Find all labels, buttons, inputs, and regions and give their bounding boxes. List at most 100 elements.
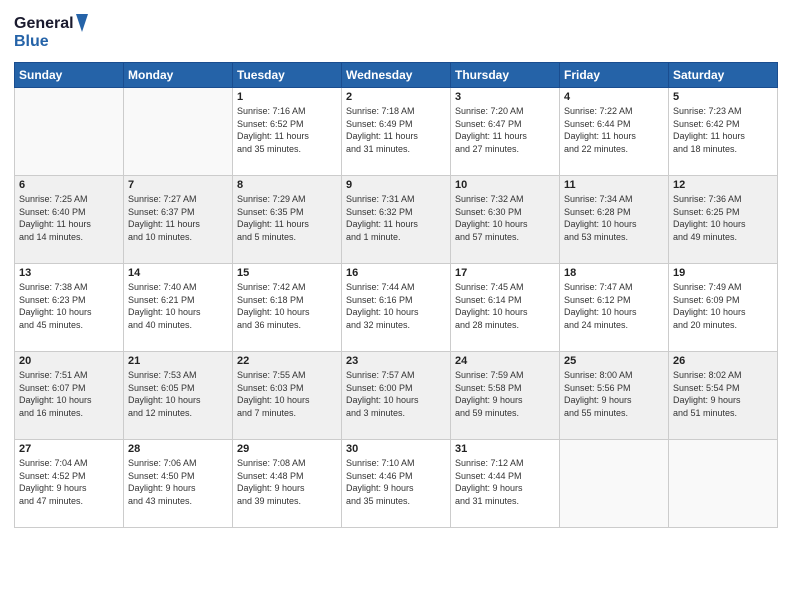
day-number: 15: [237, 267, 337, 279]
day-detail: Sunrise: 7:23 AM Sunset: 6:42 PM Dayligh…: [673, 106, 745, 154]
day-detail: Sunrise: 7:29 AM Sunset: 6:35 PM Dayligh…: [237, 194, 309, 242]
day-cell: 13 Sunrise: 7:38 AM Sunset: 6:23 PM Dayli…: [15, 264, 124, 352]
day-number: 30: [346, 443, 446, 455]
day-number: 20: [19, 355, 119, 367]
day-cell: 1Sunrise: 7:16 AM Sunset: 6:52 PM Daylig…: [233, 88, 342, 176]
day-detail: Sunrise: 7:53 AM Sunset: 6:05 PM Dayligh…: [128, 370, 201, 418]
day-cell: [124, 88, 233, 176]
svg-text:General: General: [14, 15, 74, 32]
day-detail: Sunrise: 7:22 AM Sunset: 6:44 PM Dayligh…: [564, 106, 636, 154]
day-number: 21: [128, 355, 228, 367]
day-cell: 24 Sunrise: 7:59 AM Sunset: 5:58 PM Dayli…: [451, 352, 560, 440]
day-number: 13: [19, 267, 119, 279]
day-detail: Sunrise: 7:47 AM Sunset: 6:12 PM Dayligh…: [564, 282, 637, 330]
week-row-5: 27Sunrise: 7:04 AM Sunset: 4:52 PM Dayli…: [15, 440, 778, 528]
day-detail: Sunrise: 7:04 AM Sunset: 4:52 PM Dayligh…: [19, 458, 88, 506]
day-number: 19: [673, 267, 773, 279]
day-detail: Sunrise: 7:55 AM Sunset: 6:03 PM Dayligh…: [237, 370, 310, 418]
day-cell: 20 Sunrise: 7:51 AM Sunset: 6:07 PM Dayli…: [15, 352, 124, 440]
day-cell: 14Sunrise: 7:40 AM Sunset: 6:21 PM Dayli…: [124, 264, 233, 352]
week-row-1: 1Sunrise: 7:16 AM Sunset: 6:52 PM Daylig…: [15, 88, 778, 176]
day-cell: 9 Sunrise: 7:31 AM Sunset: 6:32 PM Daylig…: [342, 176, 451, 264]
day-cell: 22Sunrise: 7:55 AM Sunset: 6:03 PM Dayli…: [233, 352, 342, 440]
day-detail: Sunrise: 7:42 AM Sunset: 6:18 PM Dayligh…: [237, 282, 310, 330]
day-cell: 28Sunrise: 7:06 AM Sunset: 4:50 PM Dayli…: [124, 440, 233, 528]
day-cell: 15 Sunrise: 7:42 AM Sunset: 6:18 PM Dayli…: [233, 264, 342, 352]
day-number: 5: [673, 91, 773, 103]
day-detail: Sunrise: 8:00 AM Sunset: 5:56 PM Dayligh…: [564, 370, 633, 418]
day-detail: Sunrise: 7:08 AM Sunset: 4:48 PM Dayligh…: [237, 458, 306, 506]
day-detail: Sunrise: 7:18 AM Sunset: 6:49 PM Dayligh…: [346, 106, 418, 154]
week-row-2: 6 Sunrise: 7:25 AM Sunset: 6:40 PM Daylig…: [15, 176, 778, 264]
day-number: 26: [673, 355, 773, 367]
weekday-header-tuesday: Tuesday: [233, 63, 342, 88]
day-cell: 30 Sunrise: 7:10 AM Sunset: 4:46 PM Dayli…: [342, 440, 451, 528]
weekday-header-row: SundayMondayTuesdayWednesdayThursdayFrid…: [15, 63, 778, 88]
day-number: 8: [237, 179, 337, 191]
day-cell: [560, 440, 669, 528]
day-cell: 10 Sunrise: 7:32 AM Sunset: 6:30 PM Dayli…: [451, 176, 560, 264]
week-row-3: 13 Sunrise: 7:38 AM Sunset: 6:23 PM Dayli…: [15, 264, 778, 352]
day-detail: Sunrise: 7:10 AM Sunset: 4:46 PM Dayligh…: [346, 458, 415, 506]
day-number: 28: [128, 443, 228, 455]
day-detail: Sunrise: 7:59 AM Sunset: 5:58 PM Dayligh…: [455, 370, 524, 418]
weekday-header-wednesday: Wednesday: [342, 63, 451, 88]
day-number: 2: [346, 91, 446, 103]
day-cell: [669, 440, 778, 528]
day-number: 17: [455, 267, 555, 279]
svg-text:Blue: Blue: [14, 33, 49, 50]
day-detail: Sunrise: 7:45 AM Sunset: 6:14 PM Dayligh…: [455, 282, 528, 330]
day-cell: 4 Sunrise: 7:22 AM Sunset: 6:44 PM Daylig…: [560, 88, 669, 176]
day-cell: 12 Sunrise: 7:36 AM Sunset: 6:25 PM Dayli…: [669, 176, 778, 264]
header: GeneralBlue: [14, 10, 778, 54]
day-detail: Sunrise: 7:36 AM Sunset: 6:25 PM Dayligh…: [673, 194, 746, 242]
day-number: 29: [237, 443, 337, 455]
day-cell: 5 Sunrise: 7:23 AM Sunset: 6:42 PM Daylig…: [669, 88, 778, 176]
weekday-header-monday: Monday: [124, 63, 233, 88]
day-detail: Sunrise: 7:20 AM Sunset: 6:47 PM Dayligh…: [455, 106, 527, 154]
day-detail: Sunrise: 7:31 AM Sunset: 6:32 PM Dayligh…: [346, 194, 418, 242]
day-number: 24: [455, 355, 555, 367]
day-number: 3: [455, 91, 555, 103]
day-detail: Sunrise: 7:27 AM Sunset: 6:37 PM Dayligh…: [128, 194, 200, 242]
day-number: 9: [346, 179, 446, 191]
day-number: 18: [564, 267, 664, 279]
day-cell: 27Sunrise: 7:04 AM Sunset: 4:52 PM Dayli…: [15, 440, 124, 528]
day-detail: Sunrise: 7:57 AM Sunset: 6:00 PM Dayligh…: [346, 370, 419, 418]
day-cell: 26 Sunrise: 8:02 AM Sunset: 5:54 PM Dayli…: [669, 352, 778, 440]
day-cell: 6 Sunrise: 7:25 AM Sunset: 6:40 PM Daylig…: [15, 176, 124, 264]
day-cell: 7Sunrise: 7:27 AM Sunset: 6:37 PM Daylig…: [124, 176, 233, 264]
day-cell: 11Sunrise: 7:34 AM Sunset: 6:28 PM Dayli…: [560, 176, 669, 264]
day-number: 6: [19, 179, 119, 191]
day-number: 25: [564, 355, 664, 367]
day-detail: Sunrise: 7:51 AM Sunset: 6:07 PM Dayligh…: [19, 370, 92, 418]
weekday-header-friday: Friday: [560, 63, 669, 88]
day-number: 16: [346, 267, 446, 279]
logo: GeneralBlue: [14, 10, 94, 54]
day-detail: Sunrise: 7:38 AM Sunset: 6:23 PM Dayligh…: [19, 282, 92, 330]
day-number: 12: [673, 179, 773, 191]
day-cell: 18 Sunrise: 7:47 AM Sunset: 6:12 PM Dayli…: [560, 264, 669, 352]
day-detail: Sunrise: 7:40 AM Sunset: 6:21 PM Dayligh…: [128, 282, 201, 330]
day-cell: [15, 88, 124, 176]
day-detail: Sunrise: 7:49 AM Sunset: 6:09 PM Dayligh…: [673, 282, 746, 330]
calendar-container: GeneralBlue SundayMondayTuesdayWednesday…: [0, 0, 792, 612]
day-detail: Sunrise: 7:34 AM Sunset: 6:28 PM Dayligh…: [564, 194, 637, 242]
day-cell: 17 Sunrise: 7:45 AM Sunset: 6:14 PM Dayli…: [451, 264, 560, 352]
day-cell: 29 Sunrise: 7:08 AM Sunset: 4:48 PM Dayli…: [233, 440, 342, 528]
day-cell: 31Sunrise: 7:12 AM Sunset: 4:44 PM Dayli…: [451, 440, 560, 528]
day-cell: 19 Sunrise: 7:49 AM Sunset: 6:09 PM Dayli…: [669, 264, 778, 352]
day-cell: 3 Sunrise: 7:20 AM Sunset: 6:47 PM Daylig…: [451, 88, 560, 176]
weekday-header-thursday: Thursday: [451, 63, 560, 88]
day-cell: 16Sunrise: 7:44 AM Sunset: 6:16 PM Dayli…: [342, 264, 451, 352]
day-cell: 25 Sunrise: 8:00 AM Sunset: 5:56 PM Dayli…: [560, 352, 669, 440]
day-detail: Sunrise: 7:25 AM Sunset: 6:40 PM Dayligh…: [19, 194, 91, 242]
weekday-header-saturday: Saturday: [669, 63, 778, 88]
day-cell: 8 Sunrise: 7:29 AM Sunset: 6:35 PM Daylig…: [233, 176, 342, 264]
day-number: 4: [564, 91, 664, 103]
day-detail: Sunrise: 8:02 AM Sunset: 5:54 PM Dayligh…: [673, 370, 742, 418]
day-number: 10: [455, 179, 555, 191]
calendar-table: SundayMondayTuesdayWednesdayThursdayFrid…: [14, 62, 778, 528]
day-cell: 2 Sunrise: 7:18 AM Sunset: 6:49 PM Daylig…: [342, 88, 451, 176]
day-detail: Sunrise: 7:32 AM Sunset: 6:30 PM Dayligh…: [455, 194, 528, 242]
